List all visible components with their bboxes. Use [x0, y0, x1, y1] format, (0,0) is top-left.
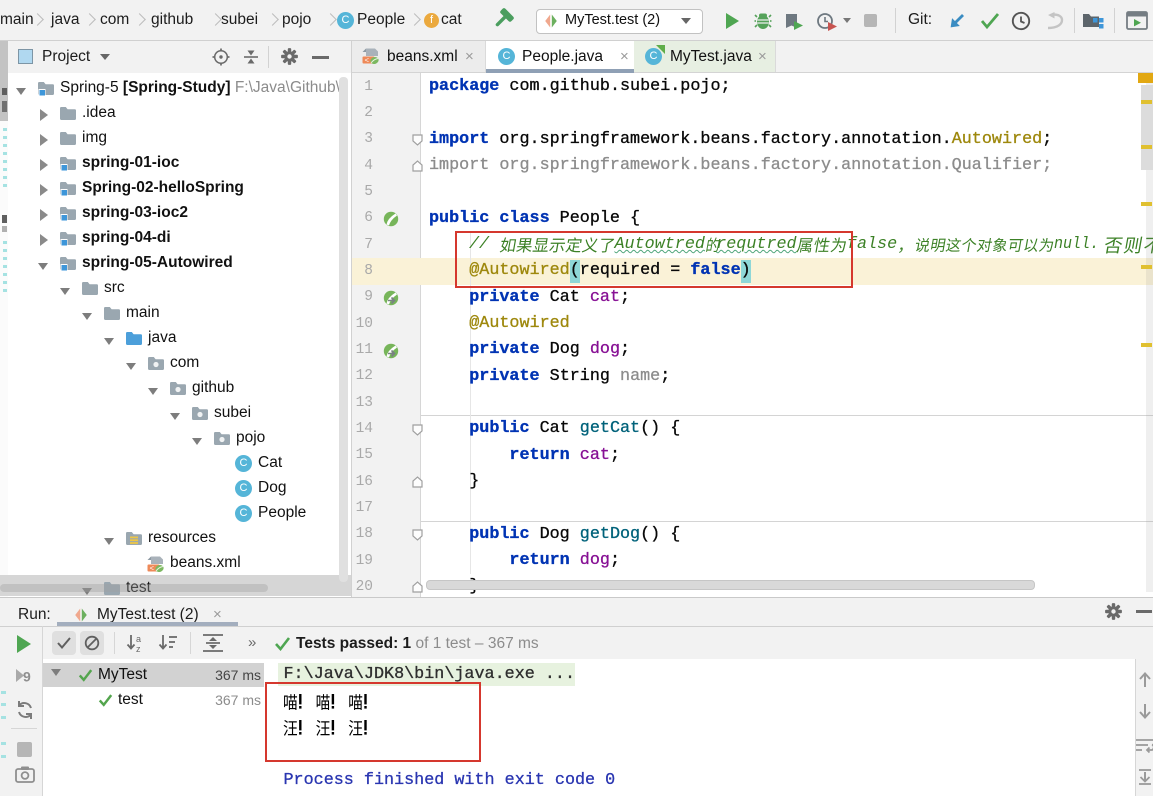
svg-text:z: z	[136, 644, 141, 653]
svg-text:<: <	[365, 58, 370, 65]
svg-text:<: <	[150, 565, 155, 572]
svg-text:a: a	[136, 634, 141, 644]
svg-text:9: 9	[23, 669, 31, 685]
